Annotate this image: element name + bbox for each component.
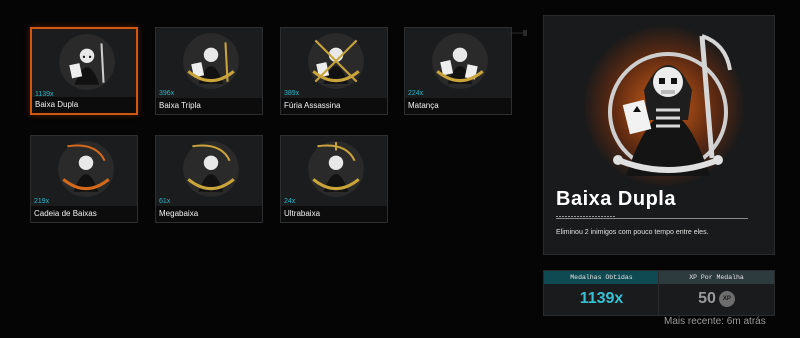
reaper-triple-icon bbox=[183, 33, 239, 89]
reaper-ultra-icon bbox=[308, 141, 364, 197]
medal-name: Cadeia de Baixas bbox=[31, 206, 137, 222]
medal-card-megabaixa[interactable]: 61x Megabaixa bbox=[155, 135, 263, 223]
medal-name: Ultrabaixa bbox=[281, 206, 387, 222]
corner-decoration-icon bbox=[510, 30, 527, 36]
xp-per-medal-label: XP Por Medalha bbox=[659, 271, 774, 284]
medal-count: 61x bbox=[159, 198, 171, 205]
medal-count: 389x bbox=[284, 90, 300, 97]
medal-count: 24x bbox=[284, 198, 296, 205]
xp-badge-icon: XP bbox=[718, 290, 735, 307]
medals-obtained-box: Medalhas Obtidas 1139x bbox=[543, 270, 660, 316]
medals-obtained-value: 1139x bbox=[579, 290, 624, 307]
xp-per-medal-box: XP Por Medalha 50 XP bbox=[658, 270, 775, 316]
medal-card-baixa-tripla[interactable]: 396x Baixa Tripla bbox=[155, 27, 263, 115]
medal-grid: 1139x Baixa Dupla 396x Baixa Tripla 389x… bbox=[0, 0, 520, 338]
reaper-slaughter-icon bbox=[432, 33, 488, 89]
medal-name: Baixa Tripla bbox=[156, 98, 262, 114]
most-recent-label: Mais recente: 6m atrás bbox=[664, 316, 766, 327]
medal-name: Megabaixa bbox=[156, 206, 262, 222]
title-divider bbox=[556, 216, 748, 219]
reaper-double-icon bbox=[59, 34, 115, 90]
medal-card-ultrabaixa[interactable]: 24x Ultrabaixa bbox=[280, 135, 388, 223]
medal-count: 224x bbox=[408, 90, 424, 97]
medal-title: Baixa Dupla bbox=[556, 188, 676, 210]
medal-count: 396x bbox=[159, 90, 175, 97]
medal-card-matanca[interactable]: 224x Matança bbox=[404, 27, 512, 115]
medal-name: Baixa Dupla bbox=[32, 97, 136, 113]
medal-card-furia-assassina[interactable]: 389x Fúria Assassina bbox=[280, 27, 388, 115]
reaper-fury-icon bbox=[308, 33, 364, 89]
medal-name: Fúria Assassina bbox=[281, 98, 387, 114]
medal-detail-panel: Baixa Dupla Eliminou 2 inimigos com pouc… bbox=[543, 15, 775, 255]
medal-card-baixa-dupla[interactable]: 1139x Baixa Dupla bbox=[30, 27, 138, 115]
reaper-chain-icon bbox=[58, 141, 114, 197]
xp-per-medal-value: 50 bbox=[698, 290, 716, 307]
medal-name: Matança bbox=[405, 98, 511, 114]
medal-description: Eliminou 2 inimigos com pouco tempo entr… bbox=[556, 229, 709, 236]
medal-card-cadeia-de-baixas[interactable]: 219x Cadeia de Baixas bbox=[30, 135, 138, 223]
reaper-double-large-icon bbox=[608, 34, 732, 176]
reaper-mega-icon bbox=[183, 141, 239, 197]
xp-per-medal-row: 50 XP bbox=[659, 284, 774, 314]
medals-obtained-label: Medalhas Obtidas bbox=[544, 271, 659, 284]
medal-count: 219x bbox=[34, 198, 50, 205]
